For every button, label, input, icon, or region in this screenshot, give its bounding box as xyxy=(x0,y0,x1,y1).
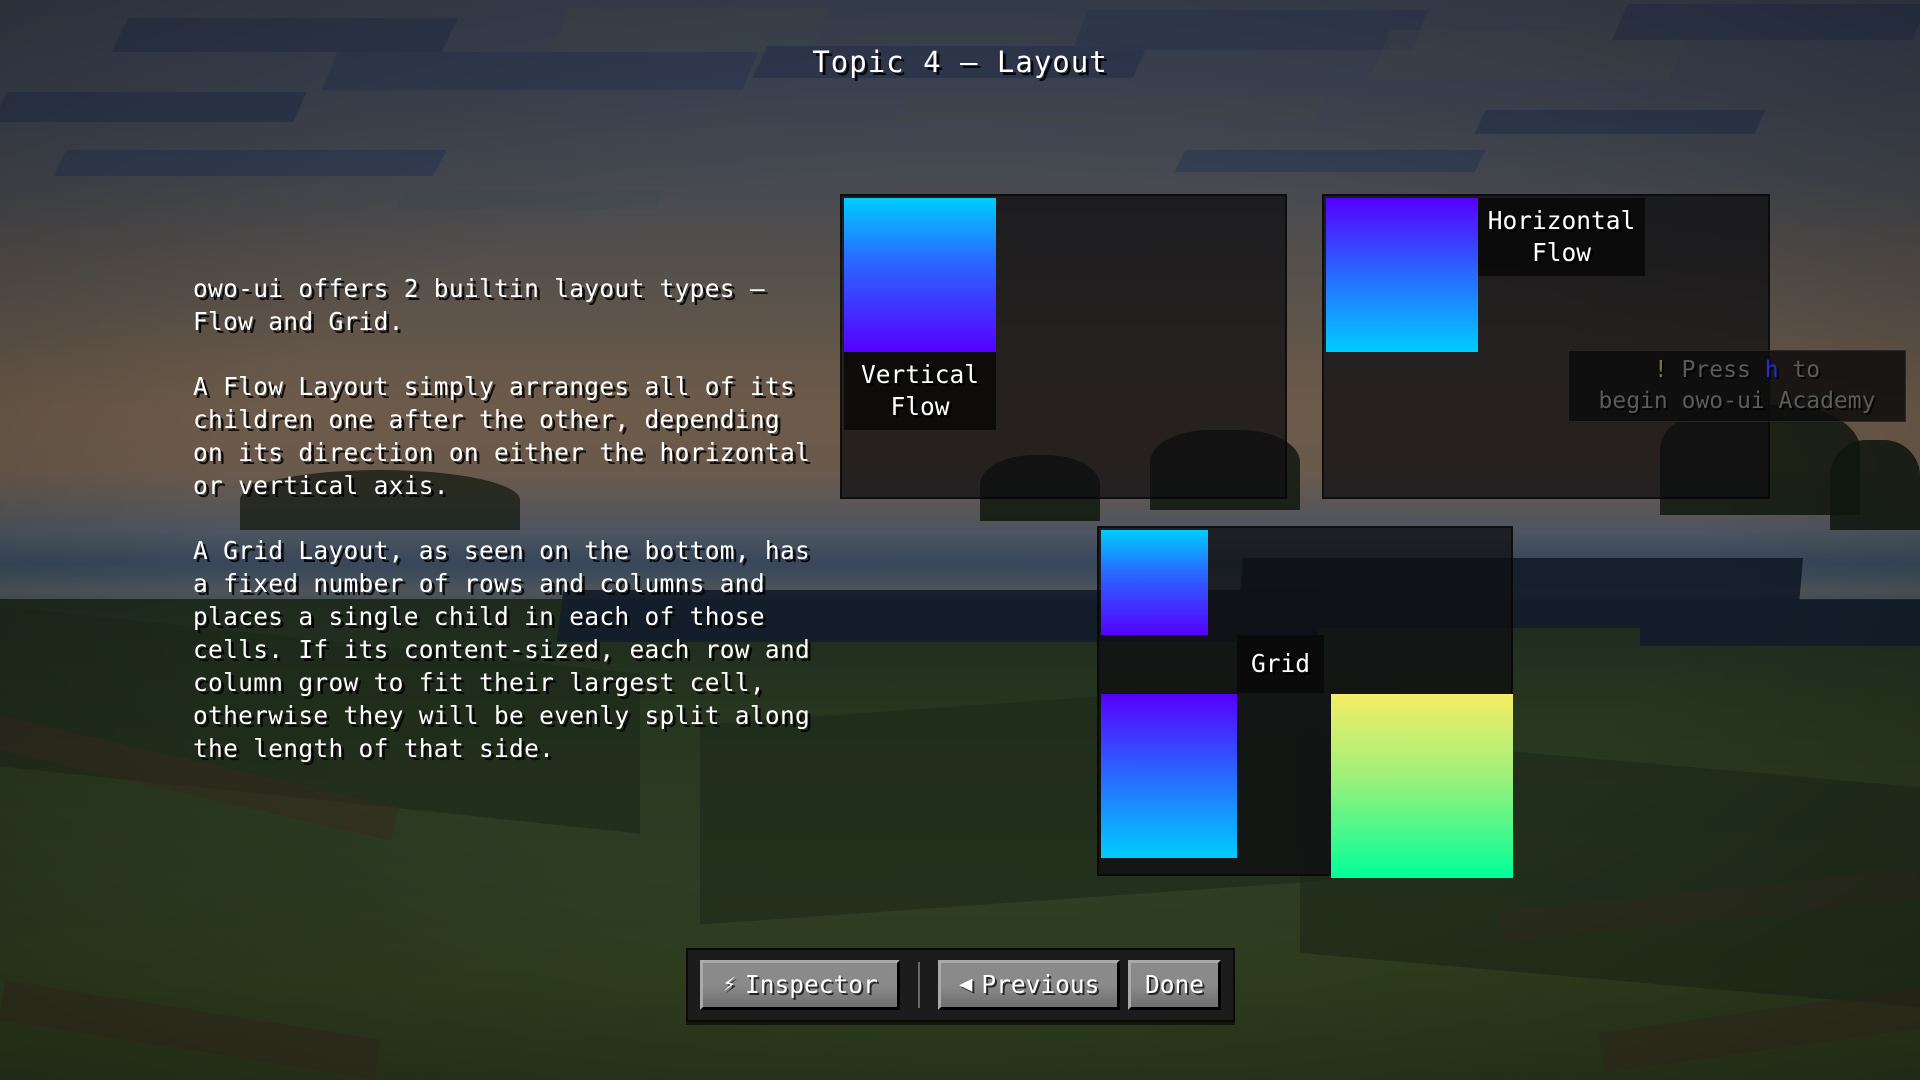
grid-cell-bottom-left xyxy=(1101,694,1237,858)
vertical-flow-label: Vertical Flow xyxy=(844,352,996,430)
horizontal-flow-demo-panel: Horizontal Flow xyxy=(1322,194,1770,499)
toast-keybind: h xyxy=(1764,357,1779,383)
page-title: Topic 4 – Layout xyxy=(812,45,1108,79)
done-button[interactable]: Done xyxy=(1128,960,1221,1010)
vertical-flow-demo-panel: Vertical Flow xyxy=(840,194,1287,499)
inspector-button[interactable]: ⚡ Inspector xyxy=(700,960,901,1010)
description-paragraph-3: A Grid Layout, as seen on the bottom, ha… xyxy=(193,536,811,763)
lightning-bolt-icon: ⚡ xyxy=(722,972,736,997)
grid-cell-bottom-right xyxy=(1331,694,1513,878)
description-text: owo-ui offers 2 builtin layout types – F… xyxy=(193,272,818,765)
toast-before-key: Press xyxy=(1681,357,1751,383)
academy-toast-notification[interactable]: ! Press h to begin owo-ui Academy xyxy=(1568,350,1906,422)
previous-button-label: Previous xyxy=(981,969,1100,999)
done-button-label: Done xyxy=(1145,969,1205,999)
horizontal-flow-swatch xyxy=(1326,198,1478,352)
vertical-flow-swatch xyxy=(844,198,996,352)
toast-after-key: to xyxy=(1792,357,1821,383)
horizontal-flow-label: Horizontal Flow xyxy=(1478,198,1645,276)
inspector-button-label: Inspector xyxy=(744,969,878,999)
grid-cell-top-left xyxy=(1101,530,1208,635)
triangle-left-icon: ◀ xyxy=(959,972,973,997)
navigation-button-bar: ⚡ Inspector ◀ Previous Done xyxy=(686,948,1235,1022)
description-paragraph-1: owo-ui offers 2 builtin layout types – F… xyxy=(193,274,765,336)
button-bar-divider xyxy=(918,962,921,1008)
grid-demo-panel: Grid xyxy=(1097,526,1513,878)
warning-icon: ! xyxy=(1653,357,1668,383)
toast-line-2: begin owo-ui Academy xyxy=(1598,388,1876,414)
toast-message: ! Press h to begin owo-ui Academy xyxy=(1599,355,1876,417)
description-paragraph-2: A Flow Layout simply arranges all of its… xyxy=(193,372,811,500)
grid-label: Grid xyxy=(1237,635,1324,693)
previous-button[interactable]: ◀ Previous xyxy=(938,960,1120,1010)
owo-ui-academy-overlay: Topic 4 – Layout owo-ui offers 2 builtin… xyxy=(0,0,1920,1080)
